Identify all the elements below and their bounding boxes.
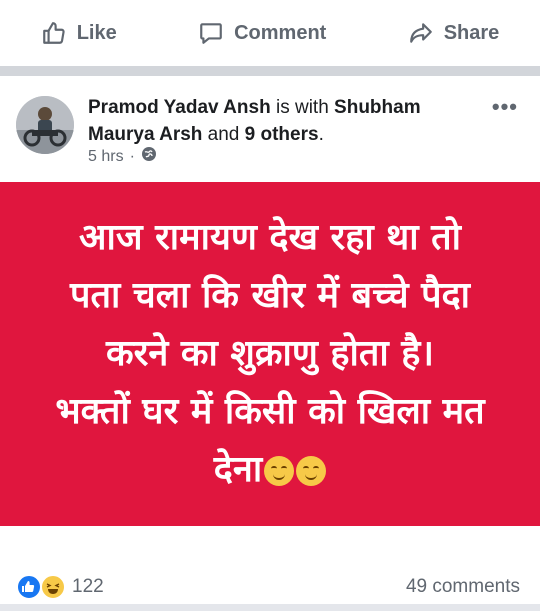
with-text: is with: [275, 97, 329, 118]
post-footer: 122 49 comments: [0, 526, 540, 611]
share-button[interactable]: Share: [408, 20, 500, 46]
bottom-divider: [0, 604, 540, 611]
share-arrow-icon: [408, 20, 434, 46]
post-author-line: Pramod Yadav Ansh is with Shubham Maurya…: [88, 94, 488, 148]
like-button[interactable]: Like: [41, 20, 117, 46]
comment-button[interactable]: Comment: [198, 20, 326, 46]
globe-icon: [141, 146, 157, 167]
avatar[interactable]: [16, 96, 74, 154]
like-label: Like: [76, 21, 117, 44]
comment-count-link[interactable]: 49 comments: [406, 576, 520, 598]
smiling-face-emoji-icon: [264, 456, 295, 486]
smiling-face-emoji-icon: [296, 456, 327, 486]
post-header: Pramod Yadav Ansh is with Shubham Maurya…: [0, 76, 540, 182]
comment-label: Comment: [234, 21, 327, 44]
more-options-icon[interactable]: •••: [492, 94, 518, 120]
post-meta: 5 hrs ·: [88, 146, 157, 167]
and-text: and: [207, 124, 240, 145]
post-line-2: पता चला कि खीर में बच्चे पैदा: [70, 275, 470, 316]
others-link[interactable]: 9 others: [245, 124, 319, 145]
share-label: Share: [443, 21, 500, 44]
post-line-4: भक्तों घर में किसी को खिला मत: [55, 391, 485, 432]
meta-separator: ·: [129, 147, 135, 165]
comment-bubble-icon: [198, 20, 224, 46]
post-time[interactable]: 5 hrs: [88, 148, 124, 166]
post-line-1: आज रामायण देख रहा था तो: [79, 217, 461, 258]
reaction-count: 122: [72, 576, 104, 597]
post-line-5: देना: [213, 449, 263, 490]
post-line-3: करने का शुक्राणु होता है।: [106, 333, 434, 374]
author-line-period: .: [318, 124, 324, 145]
section-divider: [0, 66, 540, 76]
post-line-5-wrapper: देना: [213, 441, 327, 499]
post-action-bar: Like Comment Share: [0, 0, 540, 66]
reactions-summary[interactable]: 122: [16, 574, 104, 600]
like-reaction-icon: [16, 574, 42, 600]
thumbs-up-icon: [41, 20, 67, 46]
haha-reaction-icon: [40, 574, 66, 600]
author-name[interactable]: Pramod Yadav Ansh: [88, 97, 271, 118]
post-text-background: आज रामायण देख रहा था तो पता चला कि खीर म…: [0, 182, 540, 526]
